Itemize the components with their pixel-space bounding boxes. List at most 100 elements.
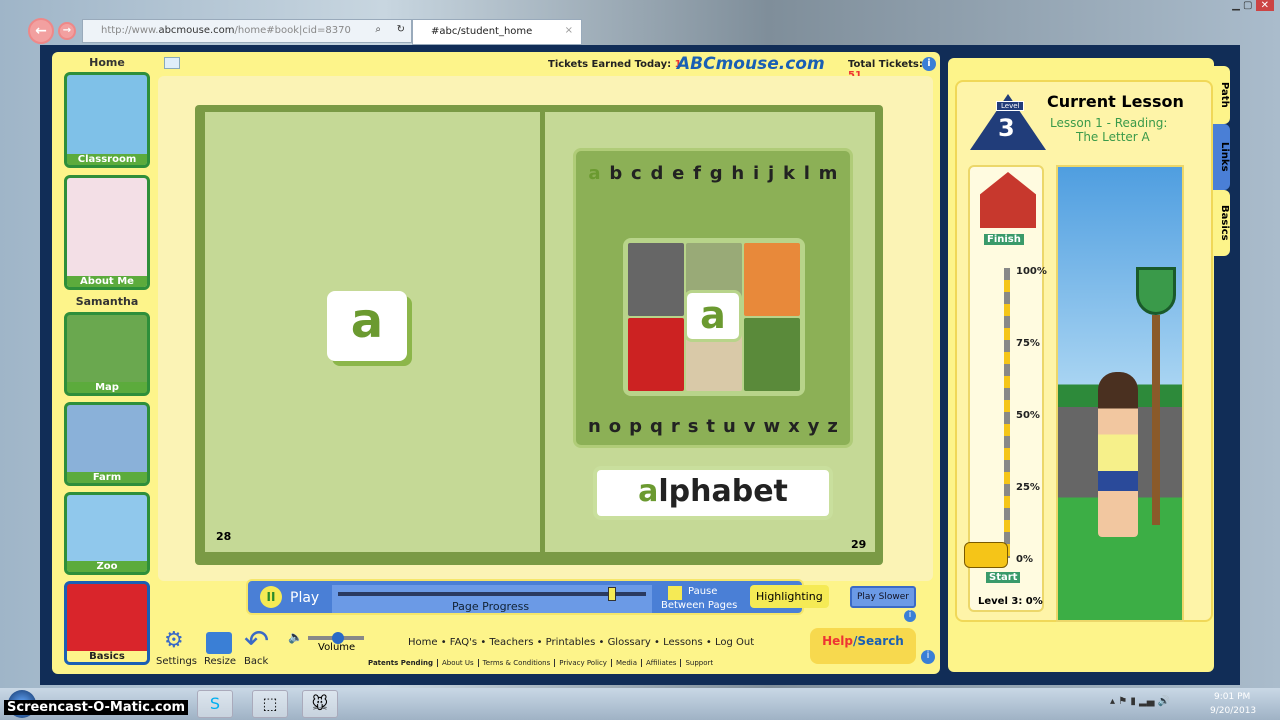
- highlighting-button[interactable]: Highlighting: [750, 585, 829, 608]
- footer-small-link[interactable]: Media: [610, 659, 641, 667]
- footer-link[interactable]: FAQ's: [450, 637, 477, 648]
- back-button[interactable]: Back: [244, 656, 268, 667]
- alphabet-letter[interactable]: l: [804, 163, 810, 184]
- footer-small-link[interactable]: About Us: [436, 659, 478, 667]
- alphabet-letter[interactable]: k: [783, 163, 795, 184]
- alphabet-letter[interactable]: m: [819, 163, 838, 184]
- play-slower-button[interactable]: Play Slower: [850, 586, 916, 608]
- forward-nav-button[interactable]: →: [58, 22, 76, 40]
- footer-small-links: Patents Pending About Us Terms & Condition…: [368, 659, 718, 667]
- info-icon[interactable]: i: [921, 650, 935, 664]
- sidebar-item-about-me[interactable]: About Me: [64, 175, 150, 290]
- footer-link[interactable]: Glossary: [608, 637, 651, 648]
- volume-slider[interactable]: [308, 632, 364, 644]
- mail-icon[interactable]: [164, 57, 180, 69]
- alphabet-letter[interactable]: t: [706, 416, 715, 437]
- screencast-watermark: Screencast-O-Matic.com: [4, 700, 189, 715]
- alphabet-letter[interactable]: h: [731, 163, 744, 184]
- pause-checkbox[interactable]: [668, 586, 682, 600]
- separator: •: [595, 637, 608, 648]
- sidebar-item-classroom[interactable]: Classroom: [64, 72, 150, 168]
- settings-icon[interactable]: ⚙: [164, 628, 184, 653]
- sidebar-item-label: Classroom: [67, 154, 147, 165]
- alphabet-row-1: abcdefghijklm: [576, 163, 850, 184]
- alphabet-letter[interactable]: u: [723, 416, 736, 437]
- alphabet-letter[interactable]: i: [753, 163, 759, 184]
- separator: •: [533, 637, 546, 648]
- footer-link[interactable]: Log Out: [715, 637, 754, 648]
- skype-taskbar-icon[interactable]: S: [197, 690, 233, 718]
- refresh-icon[interactable]: ↻: [397, 24, 405, 35]
- apple-photo: [628, 318, 684, 391]
- alphabet-letter[interactable]: r: [671, 416, 680, 437]
- letter-tile[interactable]: a: [327, 291, 407, 361]
- slider-handle[interactable]: [608, 587, 616, 601]
- footer-small-link[interactable]: Affiliates: [641, 659, 681, 667]
- sidebar-item-label: Farm: [67, 472, 147, 483]
- alphabet-letter[interactable]: n: [588, 416, 601, 437]
- page-progress-slider[interactable]: Page Progress: [332, 585, 652, 613]
- close-window-icon[interactable]: ✕: [1255, 0, 1274, 11]
- alphabet-letter[interactable]: w: [763, 416, 780, 437]
- alphabet-letter[interactable]: p: [629, 416, 642, 437]
- separator: •: [437, 637, 450, 648]
- alphabet-letter[interactable]: d: [650, 163, 663, 184]
- playback-controls: II Play Page Progress Pause Between Page…: [246, 579, 829, 615]
- pause-icon[interactable]: II: [260, 586, 282, 608]
- alphabet-letter[interactable]: s: [688, 416, 699, 437]
- word-rest: lphabet: [658, 474, 788, 509]
- play-label[interactable]: Play: [290, 590, 319, 606]
- abcmouse-taskbar-icon[interactable]: 🐭: [302, 690, 338, 718]
- browser-tab[interactable]: #abc/student_home ×: [412, 19, 582, 45]
- between-pages-label: Between Pages: [661, 600, 738, 611]
- abcmouse-logo[interactable]: ABCmouse.com: [677, 54, 825, 74]
- alphabet-letter[interactable]: f: [693, 163, 701, 184]
- alphabet-letter[interactable]: j: [768, 163, 774, 184]
- alphabet-letter[interactable]: b: [609, 163, 622, 184]
- progress-tick-label: 50%: [1016, 410, 1040, 421]
- footer-link[interactable]: Lessons: [663, 637, 703, 648]
- word-card[interactable]: alphabet: [593, 466, 833, 520]
- maximize-icon[interactable]: ▢: [1243, 0, 1252, 11]
- tab-close-icon[interactable]: ×: [565, 25, 573, 36]
- alphabet-letter[interactable]: g: [710, 163, 723, 184]
- snipping-taskbar-icon[interactable]: ⬚: [252, 690, 288, 718]
- separator: •: [702, 637, 715, 648]
- search-icon[interactable]: ⌕: [375, 24, 381, 35]
- tab-title: #abc/student_home: [431, 26, 533, 37]
- help-search-button[interactable]: Help/Search: [810, 628, 916, 664]
- back-icon[interactable]: ↶: [244, 624, 269, 659]
- sidebar-item-farm[interactable]: Farm: [64, 402, 150, 486]
- tab-path[interactable]: Path: [1212, 66, 1230, 124]
- address-bar[interactable]: http://www.abcmouse.com/home#book|cid=83…: [82, 19, 412, 43]
- footer-link[interactable]: Printables: [546, 637, 596, 648]
- alphabet-letter[interactable]: x: [788, 416, 800, 437]
- alphabet-letter[interactable]: v: [744, 416, 756, 437]
- minimize-icon[interactable]: ▁: [1232, 0, 1240, 11]
- info-icon[interactable]: i: [922, 57, 936, 71]
- sidebar-item-basics[interactable]: Basics: [64, 581, 150, 665]
- info-icon[interactable]: i: [904, 610, 916, 622]
- alphabet-letter[interactable]: c: [631, 163, 642, 184]
- footer-link[interactable]: Home: [408, 637, 438, 648]
- settings-button[interactable]: Settings: [156, 656, 197, 667]
- alphabet-letter[interactable]: y: [808, 416, 820, 437]
- footer-small-link[interactable]: Privacy Policy: [554, 659, 611, 667]
- footer-small-link[interactable]: Terms & Conditions: [477, 659, 555, 667]
- back-nav-button[interactable]: ←: [28, 18, 54, 44]
- axe-photo: [744, 318, 800, 391]
- alphabet-letter[interactable]: q: [650, 416, 663, 437]
- tab-links[interactable]: Links: [1212, 124, 1230, 190]
- footer-small-link[interactable]: Support: [680, 659, 718, 667]
- sidebar-item-zoo[interactable]: Zoo: [64, 492, 150, 575]
- footer-link[interactable]: Teachers: [489, 637, 533, 648]
- tab-basics[interactable]: Basics: [1212, 190, 1230, 256]
- separator: •: [650, 637, 664, 648]
- alphabet-letter[interactable]: o: [609, 416, 621, 437]
- alphabet-letter[interactable]: z: [827, 416, 837, 437]
- resize-icon[interactable]: [206, 632, 232, 654]
- alphabet-letter[interactable]: a: [588, 163, 600, 184]
- sidebar-item-map[interactable]: Map: [64, 312, 150, 396]
- alphabet-letter[interactable]: e: [672, 163, 684, 184]
- resize-button[interactable]: Resize: [204, 656, 236, 667]
